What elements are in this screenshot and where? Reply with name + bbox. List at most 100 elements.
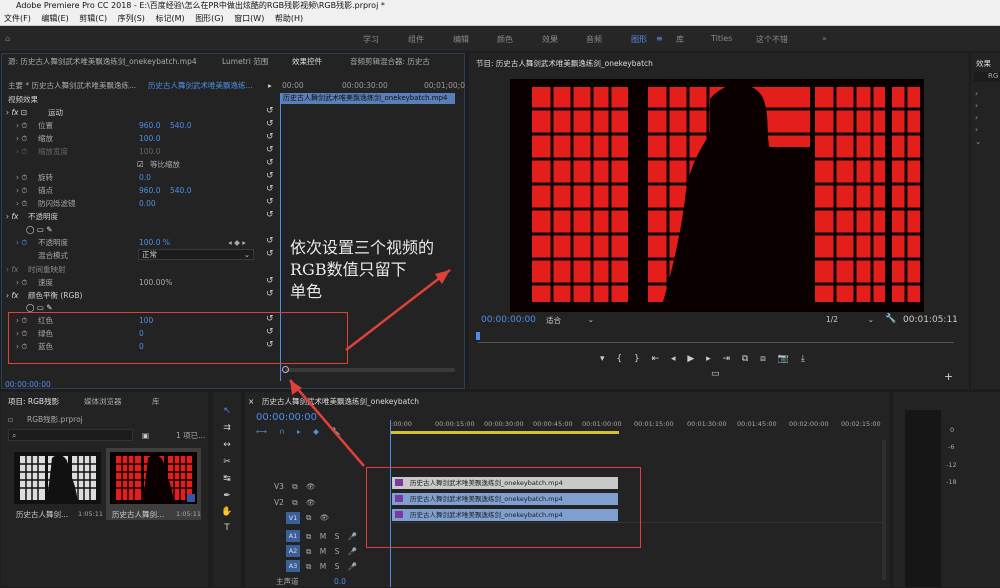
tab-audio-mixer[interactable]: 音频剪辑混合器: 历史古: [350, 55, 430, 69]
hand-tool-icon[interactable]: ✋: [221, 506, 233, 518]
track-label-a1[interactable]: A1: [286, 530, 300, 542]
reset-icon[interactable]: ↺: [266, 236, 274, 246]
menu-window[interactable]: 窗口(W): [230, 12, 268, 26]
clip-reference[interactable]: 历史古人舞剑武术唯美飘逸练...: [148, 79, 266, 92]
reset-icon[interactable]: ↺: [266, 171, 274, 181]
transport-controls[interactable]: ▾ { } ⇤ ◂ ▶ ▸ ⇥ ⧉ ⧈ 📷 ⤓: [600, 353, 805, 366]
project-thumb-original[interactable]: [14, 452, 101, 504]
ws-effects[interactable]: 效果: [542, 34, 558, 45]
project-search-input[interactable]: ⌕: [8, 429, 133, 441]
rotation-value[interactable]: 0.0: [139, 171, 151, 184]
keyframe-nav-icon[interactable]: ◂ ◆ ▸: [228, 236, 246, 249]
ws-custom[interactable]: 这个不错: [756, 34, 788, 45]
position-stopwatch-icon[interactable]: › ⏱: [16, 119, 27, 132]
track-select-tool-icon[interactable]: ⇉: [221, 422, 233, 434]
speed-stopwatch-icon[interactable]: › ⏱: [16, 276, 27, 289]
selection-tool-icon[interactable]: ↖: [221, 405, 233, 417]
program-scrub-bar[interactable]: [478, 342, 954, 343]
effects-search-input[interactable]: RG: [974, 72, 1000, 82]
pen-tool-icon[interactable]: ✒: [221, 490, 233, 502]
ws-titles[interactable]: Titles: [711, 34, 732, 43]
tab-lumetri[interactable]: Lumetri 范围: [222, 55, 268, 69]
menu-clip[interactable]: 剪辑(C): [75, 12, 111, 26]
v1-header-icons[interactable]: ⧉ 👁: [306, 511, 329, 524]
reset-icon[interactable]: ↺: [266, 249, 274, 259]
tab-effect-controls[interactable]: 效果控件: [292, 55, 322, 69]
uniform-scale-checkbox[interactable]: ☑: [137, 158, 144, 171]
timeline-vscrollbar[interactable]: [882, 440, 886, 580]
timeline-close-icon[interactable]: ×: [248, 395, 254, 409]
reset-icon[interactable]: ↺: [266, 106, 274, 116]
reset-icon[interactable]: ↺: [266, 276, 274, 286]
a1-header-icons[interactable]: ⧉ M S 🎤: [306, 530, 357, 543]
program-tab[interactable]: 节目: 历史古人舞剑武术唯美飘逸练剑_onekeybatch: [476, 57, 653, 71]
tab-source[interactable]: 源: 历史古人舞剑武术唯美飘逸练剑_onekeybatch.mp4: [8, 55, 197, 69]
play-only-icon[interactable]: ▸: [268, 79, 272, 92]
reset-icon[interactable]: ↺: [266, 132, 274, 142]
type-tool-icon[interactable]: T: [221, 522, 233, 534]
menu-marker[interactable]: 标记(M): [151, 12, 188, 26]
reset-icon[interactable]: ↺: [266, 210, 274, 220]
new-bin-icon[interactable]: ▣: [142, 429, 149, 442]
opacity-value[interactable]: 100.0 %: [139, 236, 170, 249]
ws-editing[interactable]: 编辑: [453, 34, 469, 45]
effects-tree-arrows[interactable]: › › › › ⌄: [975, 88, 981, 146]
tab-effects[interactable]: 效果: [976, 57, 991, 71]
add-button-icon[interactable]: +: [944, 370, 953, 383]
quality-select[interactable]: 1/2 ⌄: [826, 315, 876, 325]
fit-select[interactable]: 适合 ⌄: [546, 315, 596, 325]
track-label-v3[interactable]: V3: [274, 482, 284, 491]
ws-audio[interactable]: 音频: [586, 34, 602, 45]
reset-icon[interactable]: ↺: [266, 197, 274, 207]
anchor-y[interactable]: 540.0: [170, 184, 191, 197]
slip-tool-icon[interactable]: ↹: [221, 473, 233, 485]
master-track-value[interactable]: 0.0: [334, 575, 346, 588]
reset-icon[interactable]: ↺: [266, 289, 274, 299]
anchor-stopwatch-icon[interactable]: › ⏱: [16, 184, 27, 197]
reset-icon[interactable]: ↺: [266, 145, 274, 155]
track-label-a2[interactable]: A2: [286, 545, 300, 557]
program-timecode[interactable]: 00:00:00:00: [481, 314, 536, 327]
opacity-stopwatch-icon[interactable]: › ⏱: [16, 236, 27, 249]
menu-help[interactable]: 帮助(H): [271, 12, 307, 26]
tab-media-browser[interactable]: 媒体浏览器: [84, 395, 122, 409]
razor-tool-icon[interactable]: ✂: [221, 456, 233, 468]
ripple-edit-tool-icon[interactable]: ↔: [221, 439, 233, 451]
scale-value[interactable]: 100.0: [139, 132, 160, 145]
menu-graphics[interactable]: 图形(G): [191, 12, 227, 26]
wrench-icon[interactable]: 🔧: [885, 313, 896, 326]
project-thumb-sequence[interactable]: [110, 452, 197, 504]
ws-color[interactable]: 颜色: [497, 34, 513, 45]
position-y[interactable]: 540.0: [170, 119, 191, 132]
menu-edit[interactable]: 编辑(E): [37, 12, 72, 26]
menu-file[interactable]: 文件(F): [0, 12, 35, 26]
scale-stopwatch-icon[interactable]: › ⏱: [16, 132, 27, 145]
antiflicker-stopwatch-icon[interactable]: › ⏱: [16, 197, 27, 210]
a3-header-icons[interactable]: ⧉ M S 🎤: [306, 560, 357, 573]
track-label-v1[interactable]: V1: [286, 512, 300, 524]
home-icon[interactable]: ⌂: [5, 34, 10, 43]
menu-lines-icon[interactable]: ≡: [656, 34, 663, 43]
reset-icon[interactable]: ↺: [266, 184, 274, 194]
ec-timecode[interactable]: 00:00:00:00: [5, 378, 51, 391]
more-workspaces-icon[interactable]: »: [822, 34, 827, 43]
ws-assembly[interactable]: 组件: [408, 34, 424, 45]
antiflicker-value[interactable]: 0.00: [139, 197, 156, 210]
mask-shape-icons[interactable]: ◯ ▭ ✎: [26, 223, 53, 236]
ws-graphics[interactable]: 图形: [631, 34, 647, 45]
tab-project[interactable]: 项目: RGB残影: [8, 395, 59, 409]
blend-mode-select[interactable]: 正常 ⌄: [138, 249, 254, 260]
reset-icon[interactable]: ↺: [266, 119, 274, 129]
tab-libraries[interactable]: 库: [152, 395, 160, 409]
reset-icon[interactable]: ↺: [266, 158, 274, 168]
position-x[interactable]: 960.0: [139, 119, 160, 132]
vr-toggle-icon[interactable]: ▭: [711, 368, 720, 381]
menu-sequence[interactable]: 序列(S): [114, 12, 149, 26]
track-label-a3[interactable]: A3: [286, 560, 300, 572]
a2-header-icons[interactable]: ⧉ M S 🎤: [306, 545, 357, 558]
ws-learn[interactable]: 学习: [363, 34, 379, 45]
rotation-stopwatch-icon[interactable]: › ⏱: [16, 171, 27, 184]
ec-clip-bar[interactable]: 历史古人舞剑武术唯美飘逸练剑_onekeybatch.mp4: [281, 93, 455, 104]
ws-libraries[interactable]: 库: [676, 34, 684, 45]
anchor-x[interactable]: 960.0: [139, 184, 160, 197]
